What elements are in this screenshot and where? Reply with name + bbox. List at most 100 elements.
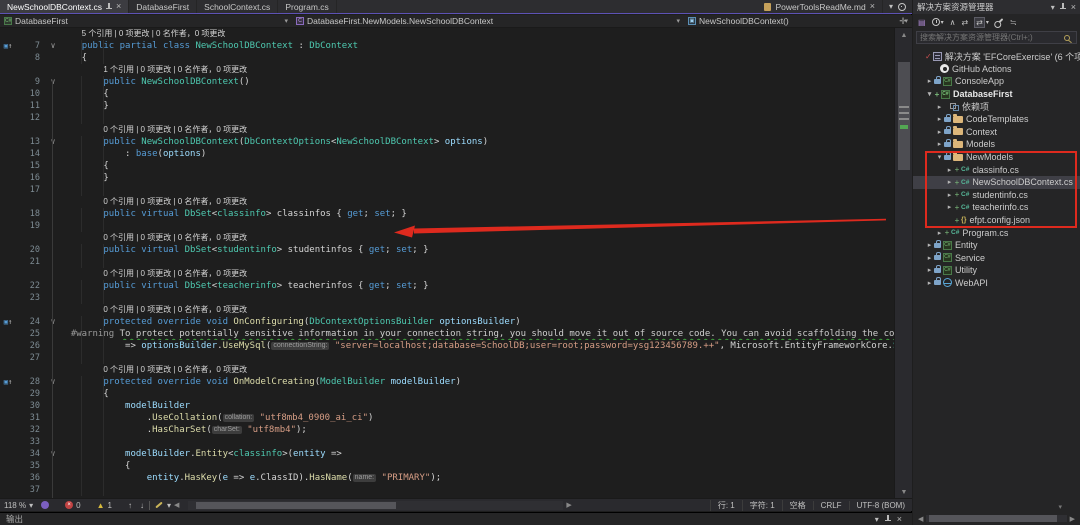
codelens-indicator[interactable]: 0 个引用 | 0 项更改 | 0 名作者，0 项更改: [0, 124, 894, 136]
encoding-indicator[interactable]: UTF-8 (BOM): [849, 501, 912, 510]
collapsed-arrow-icon[interactable]: ▸: [925, 279, 934, 287]
collapsed-arrow-icon[interactable]: ▸: [945, 178, 954, 186]
tab-SchoolContext.cs[interactable]: SchoolContext.cs: [197, 0, 278, 13]
collapsed-arrow-icon[interactable]: ▸: [935, 115, 944, 123]
collapse-all-icon[interactable]: ∧: [950, 18, 956, 27]
tab-Program.cs[interactable]: Program.cs: [278, 0, 336, 13]
fold-collapse-icon[interactable]: ∨: [46, 376, 60, 388]
hscrollbar-thumb[interactable]: [196, 502, 396, 509]
tree-item-Utility[interactable]: ▸C#Utility: [913, 264, 1080, 277]
panel-horizontal-scrollbar[interactable]: ◀ ▶: [915, 514, 1078, 523]
collapsed-arrow-icon[interactable]: ▸: [935, 103, 944, 111]
expanded-arrow-icon[interactable]: ▾: [925, 90, 934, 98]
fold-collapse-icon[interactable]: ∨: [46, 40, 60, 52]
tree-item-Entity[interactable]: ▸C#Entity: [913, 239, 1080, 252]
breadcrumb-project[interactable]: C# DatabaseFirst ▾: [0, 15, 292, 27]
code-editor[interactable]: 5 个引用 | 0 项更改 | 0 名作者，0 项更改▣↑7∨ public p…: [0, 28, 894, 498]
zoom-chevron-icon[interactable]: ▾: [29, 501, 33, 510]
collapsed-arrow-icon[interactable]: ▸: [945, 191, 954, 199]
tree-item-解决方案 'EFCoreExercise' (6 个项目，共 6 个)[interactable]: ✓解决方案 'EFCoreExercise' (6 个项目，共 6 个): [913, 50, 1080, 63]
prev-issue-icon[interactable]: ↑: [128, 501, 132, 510]
pin-icon[interactable]: [885, 515, 891, 523]
tree-item-依赖项[interactable]: ▸依赖项: [913, 100, 1080, 113]
tab-NewSchoolDBContext.cs[interactable]: NewSchoolDBContext.cs×: [0, 0, 129, 13]
error-count[interactable]: 0: [76, 501, 80, 510]
hscrollbar-thumb[interactable]: [929, 515, 1057, 522]
codelens-indicator[interactable]: 1 个引用 | 0 项更改 | 0 名作者，0 项更改: [0, 64, 894, 76]
tree-item-classinfo.cs[interactable]: ▸+C#classinfo.cs: [913, 163, 1080, 176]
close-icon[interactable]: ×: [1071, 3, 1076, 12]
properties-icon[interactable]: [995, 21, 1004, 23]
preview-selected-items-icon[interactable]: ≒: [1010, 18, 1017, 27]
tree-scroll-down-icon[interactable]: ▾: [1058, 503, 1062, 511]
filter-chevron-icon[interactable]: ▾: [167, 501, 171, 510]
expanded-arrow-icon[interactable]: ▾: [935, 153, 944, 161]
override-margin-icon[interactable]: ▣↑: [0, 376, 16, 388]
chevron-down-icon[interactable]: ▾: [875, 515, 879, 524]
hscroll-left-arrow-icon[interactable]: ◀: [918, 515, 923, 523]
collapsed-arrow-icon[interactable]: ▸: [935, 140, 944, 148]
warning-count[interactable]: 1: [107, 501, 111, 510]
tree-item-CodeTemplates[interactable]: ▸CodeTemplates: [913, 113, 1080, 126]
hscroll-left-arrow-icon[interactable]: ◀: [174, 501, 179, 509]
codelens-indicator[interactable]: 0 个引用 | 0 项更改 | 0 名作者，0 项更改: [0, 232, 894, 244]
codelens-indicator[interactable]: 0 个引用 | 0 项更改 | 0 名作者，0 项更改: [0, 364, 894, 376]
scrollbar-thumb[interactable]: [898, 62, 910, 170]
tree-item-Context[interactable]: ▸Context: [913, 126, 1080, 139]
pin-icon[interactable]: [1060, 3, 1066, 11]
sync-icon[interactable]: ⇄: [961, 18, 968, 27]
codelens-indicator[interactable]: 0 个引用 | 0 项更改 | 0 名作者，0 项更改: [0, 196, 894, 208]
override-margin-icon[interactable]: ▣↑: [0, 40, 16, 52]
tree-item-NewModels[interactable]: ▾NewModels: [913, 151, 1080, 164]
pin-icon[interactable]: [106, 3, 112, 11]
line-indicator[interactable]: 行: 1: [710, 500, 742, 511]
tab-PowerToolsReadMe.md[interactable]: PowerToolsReadMe.md×: [757, 0, 883, 13]
switch-views-icon[interactable]: ▤: [918, 18, 926, 27]
breadcrumb-member[interactable]: ▣ NewSchoolDBContext() ▾: [684, 15, 912, 27]
scroll-up-arrow-icon[interactable]: ▲: [895, 32, 913, 39]
tree-item-ConsoleApp[interactable]: ▸C#ConsoleApp: [913, 75, 1080, 88]
editor-vertical-scrollbar[interactable]: ▲ ▼: [894, 28, 912, 498]
tab-options-gear-icon[interactable]: [898, 3, 906, 11]
codelens-indicator[interactable]: 0 个引用 | 0 项更改 | 0 名作者，0 项更改: [0, 304, 894, 316]
sync-with-active-document-icon[interactable]: ⇄▾: [974, 17, 989, 28]
editor-horizontal-scrollbar[interactable]: [188, 501, 563, 510]
close-icon[interactable]: ×: [116, 2, 121, 11]
fold-collapse-icon[interactable]: ∨: [46, 76, 60, 88]
fold-collapse-icon[interactable]: ∨: [46, 316, 60, 328]
zoom-level[interactable]: 118 %: [4, 501, 26, 510]
breadcrumb-type[interactable]: C DatabaseFirst.NewModels.NewSchoolDBCon…: [292, 15, 684, 27]
override-margin-icon[interactable]: ▣↑: [0, 316, 16, 328]
chevron-down-icon[interactable]: ▾: [1051, 3, 1055, 12]
close-icon[interactable]: ×: [897, 515, 902, 524]
pending-changes-icon[interactable]: ▾: [932, 18, 944, 26]
column-indicator[interactable]: 字符: 1: [742, 500, 782, 511]
codelens-indicator[interactable]: 5 个引用 | 0 项更改 | 0 名作者，0 项更改: [0, 28, 894, 40]
warning-icon[interactable]: ▲: [97, 501, 105, 510]
fold-collapse-icon[interactable]: ∨: [46, 136, 60, 148]
scroll-down-arrow-icon[interactable]: ▼: [895, 489, 913, 496]
tree-item-DatabaseFirst[interactable]: ▾+C#DatabaseFirst: [913, 88, 1080, 101]
line-ending-indicator[interactable]: CRLF: [813, 501, 849, 510]
solution-search-input[interactable]: [917, 33, 1064, 42]
spaces-indicator[interactable]: 空格: [782, 500, 813, 511]
tree-item-WebAPI[interactable]: ▸WebAPI: [913, 277, 1080, 290]
hscroll-right-arrow-icon[interactable]: ▶: [566, 501, 571, 509]
fold-collapse-icon[interactable]: ∨: [46, 448, 60, 460]
tree-item-efpt.config.json[interactable]: +{}efpt.config.json: [913, 214, 1080, 227]
collapsed-arrow-icon[interactable]: ▸: [935, 128, 944, 136]
collapsed-arrow-icon[interactable]: ▸: [925, 241, 934, 249]
tab-DatabaseFirst[interactable]: DatabaseFirst: [129, 0, 197, 13]
tree-item-GitHub Actions[interactable]: GitHub Actions: [913, 63, 1080, 76]
tree-item-Service[interactable]: ▸C#Service: [913, 252, 1080, 265]
editor-split-handle[interactable]: ✛: [896, 15, 910, 27]
tree-item-NewSchoolDBContext.cs[interactable]: ▸+C#NewSchoolDBContext.cs: [913, 176, 1080, 189]
next-issue-icon[interactable]: ↓: [140, 501, 144, 510]
tab-list-chevron-icon[interactable]: ▾: [889, 2, 893, 11]
tree-item-teacherinfo.cs[interactable]: ▸+C#teacherinfo.cs: [913, 201, 1080, 214]
collapsed-arrow-icon[interactable]: ▸: [935, 229, 944, 237]
filter-pencil-icon[interactable]: [155, 502, 162, 509]
collapsed-arrow-icon[interactable]: ▸: [925, 266, 934, 274]
collapsed-arrow-icon[interactable]: ▸: [945, 166, 954, 174]
codelens-indicator[interactable]: 0 个引用 | 0 项更改 | 0 名作者，0 项更改: [0, 268, 894, 280]
